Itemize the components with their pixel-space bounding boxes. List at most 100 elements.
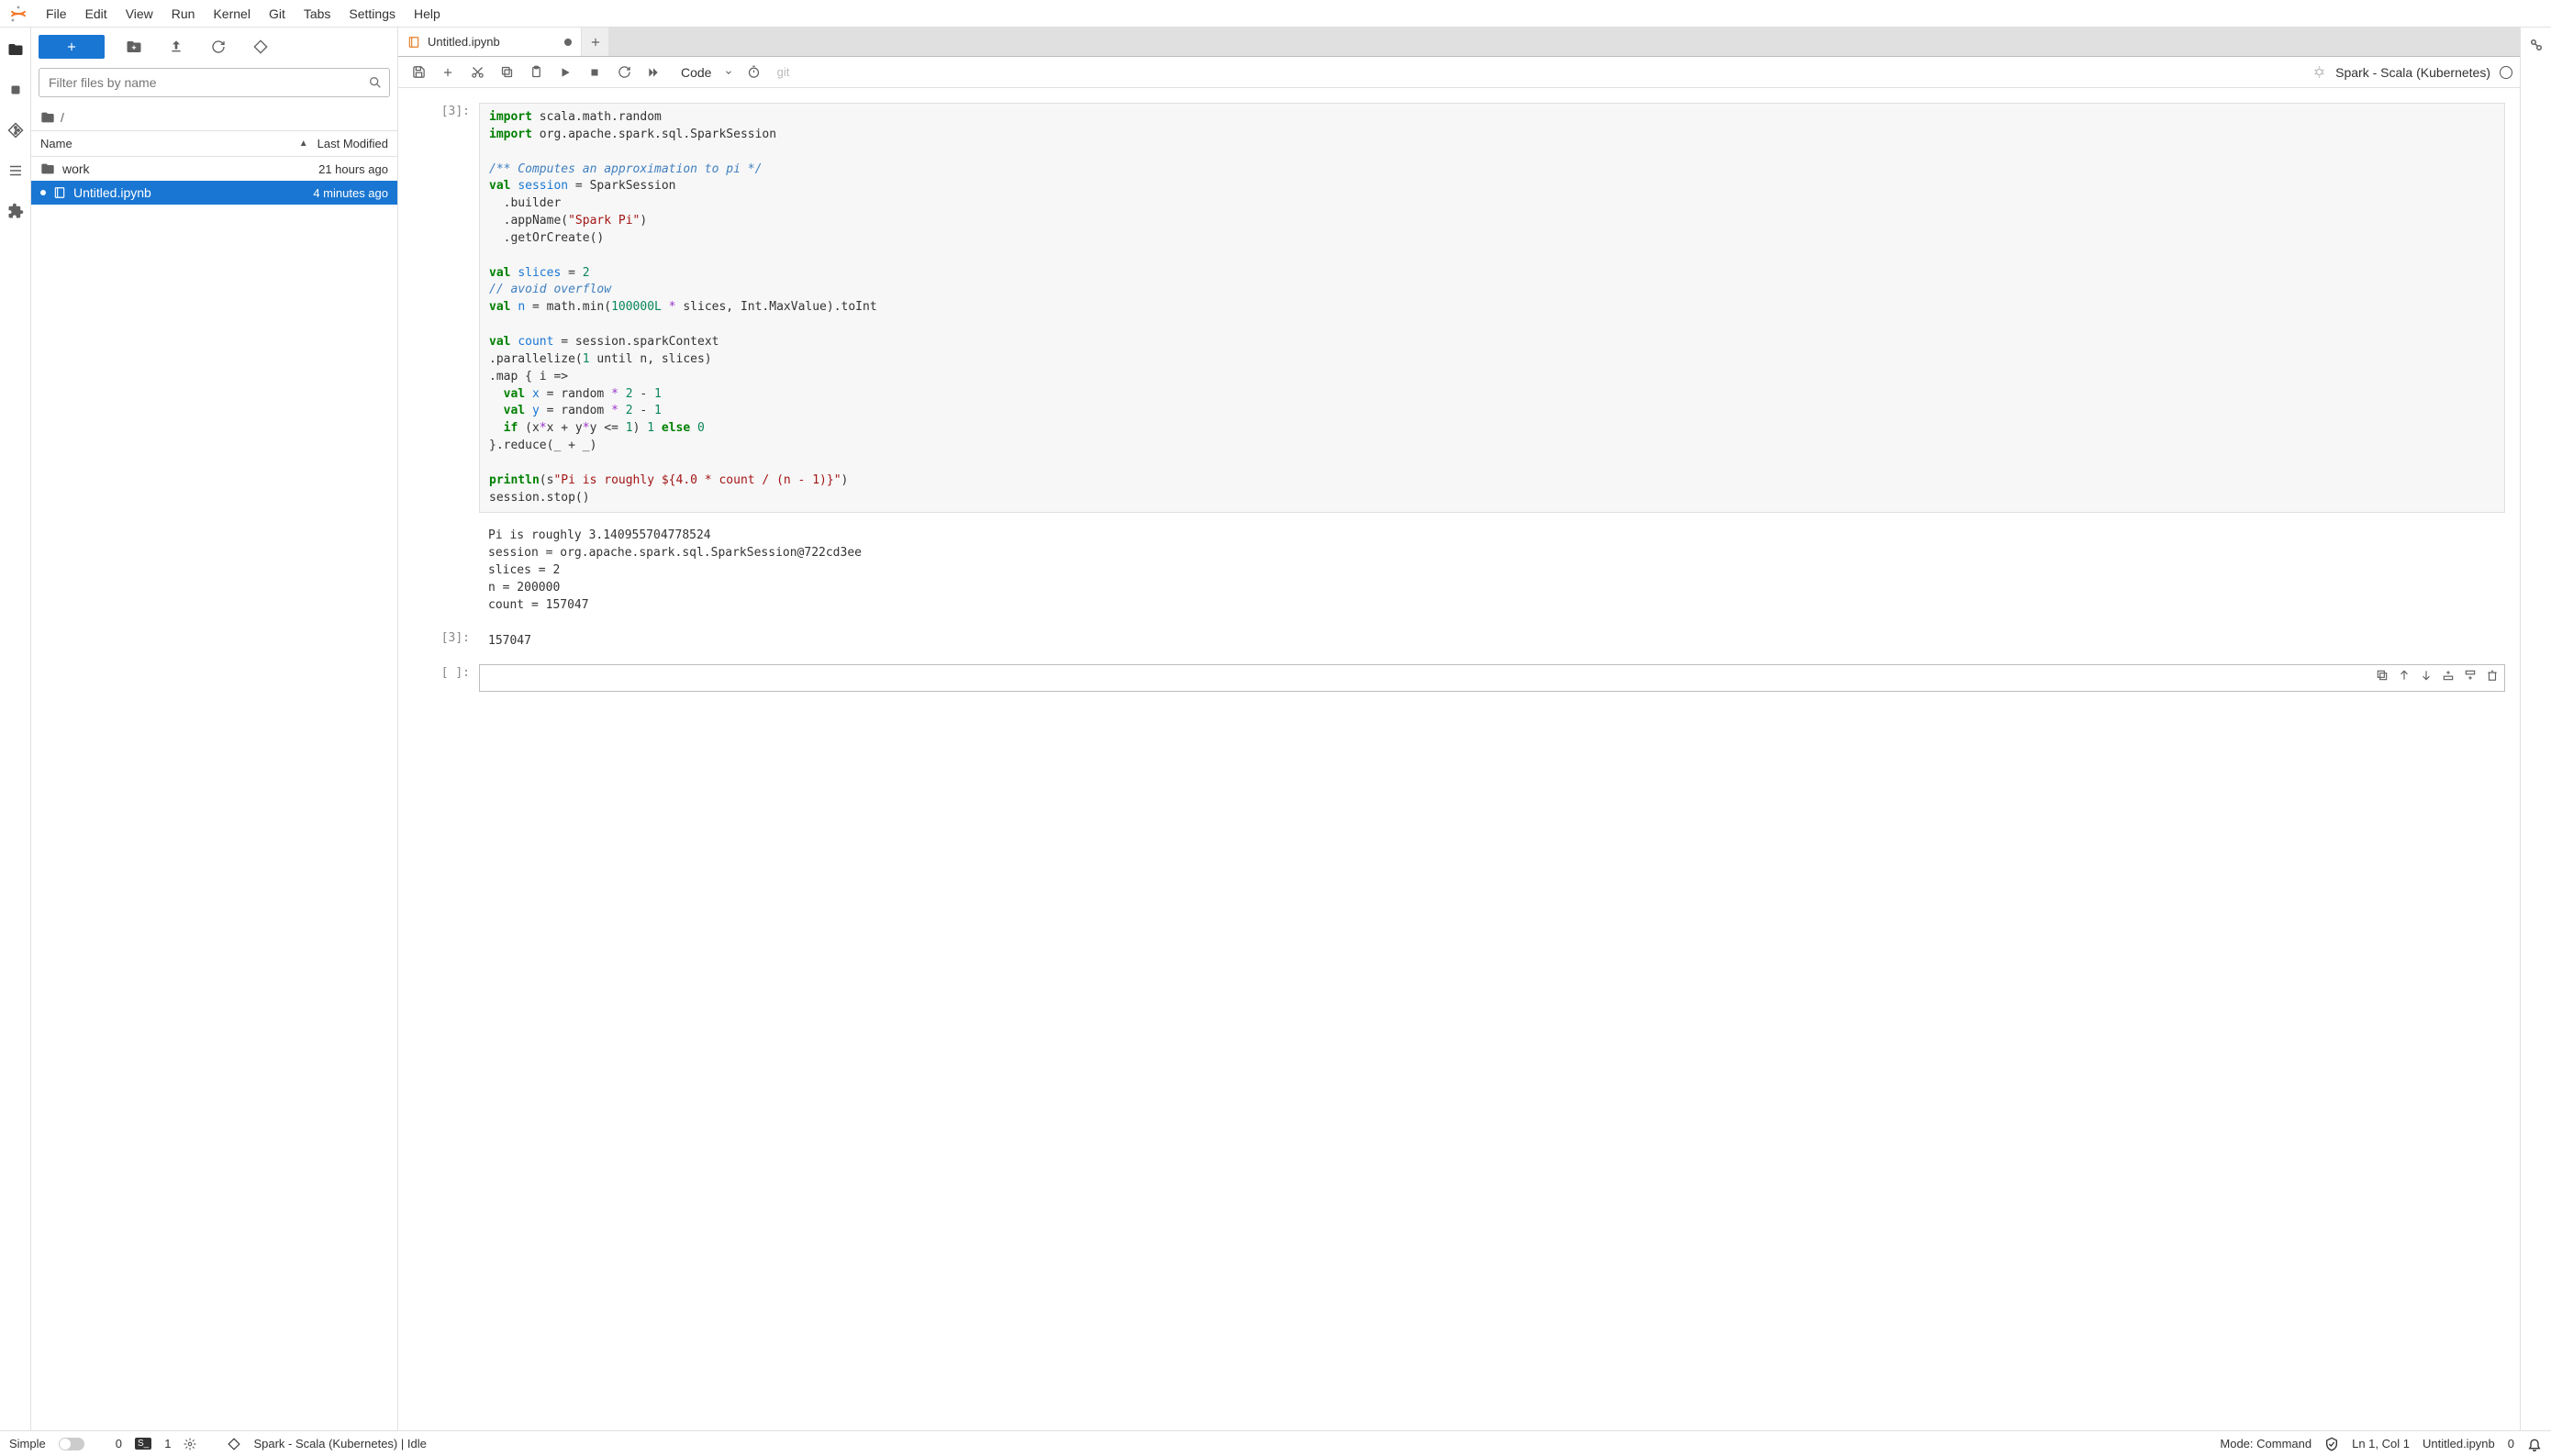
search-icon [368,75,383,90]
breadcrumb-path: / [61,110,64,125]
notebook-icon [53,186,66,199]
run-icon[interactable] [552,60,578,85]
tab-label: Untitled.ipynb [428,35,500,49]
toc-tab-icon[interactable] [5,160,27,182]
file-list-header[interactable]: Name ▲ Last Modified [31,130,397,157]
file-browser: / Name ▲ Last Modified work 21 hours ago U… [31,28,398,1430]
paste-icon[interactable] [523,60,549,85]
file-modified: 21 hours ago [318,162,388,176]
duplicate-cell-icon[interactable] [2376,669,2389,682]
menu-help[interactable]: Help [405,3,450,25]
lsp-icon[interactable] [184,1438,196,1450]
statusbar: Simple 0 S_ 1 Spark - Scala (Kubernetes)… [0,1430,2551,1456]
cell-type-select[interactable]: Code [677,63,737,82]
trust-icon[interactable] [2324,1437,2339,1451]
stdout-text: Pi is roughly 3.140955704778524 session … [479,524,2505,617]
restart-icon[interactable] [611,60,637,85]
kernel-status-text[interactable]: Spark - Scala (Kubernetes) | Idle [253,1437,426,1450]
new-folder-icon[interactable] [121,35,147,59]
code-input-empty[interactable] [479,664,2505,692]
filename-status: Untitled.ipynb [2423,1437,2495,1450]
cut-icon[interactable] [464,60,490,85]
insert-above-icon[interactable] [2442,669,2455,682]
add-cell-icon[interactable] [435,60,461,85]
right-sidebar [2520,28,2551,1430]
file-name: work [62,161,90,176]
file-name: Untitled.ipynb [73,185,151,200]
copy-icon[interactable] [494,60,519,85]
menu-kernel[interactable]: Kernel [204,3,259,25]
refresh-icon[interactable] [206,35,231,59]
git-tab-icon[interactable] [5,119,27,141]
move-up-icon[interactable] [2398,669,2411,682]
git-label[interactable]: git [770,60,796,85]
tabbar: Untitled.ipynb [398,28,2520,57]
result-text: 157047 [479,629,2505,654]
timing-icon[interactable] [741,60,766,85]
input-prompt: [3]: [413,103,479,513]
save-icon[interactable] [406,60,431,85]
menu-file[interactable]: File [37,3,76,25]
terminal-badge-icon[interactable]: S_ [135,1438,151,1450]
new-launcher-button[interactable] [39,35,105,59]
cell-type-label: Code [681,65,711,80]
breadcrumb[interactable]: / [31,105,397,130]
file-modified: 4 minutes ago [313,186,388,200]
notebook-body: [3]: import scala.math.random import org… [398,88,2520,1430]
tabs-count: 0 [116,1437,122,1450]
branch-icon[interactable] [228,1438,240,1450]
code-cell[interactable]: [3]: import scala.math.random import org… [406,103,2505,513]
output-stream: Pi is roughly 3.140955704778524 session … [406,524,2505,617]
simple-mode-toggle[interactable] [59,1438,84,1450]
menu-tabs[interactable]: Tabs [295,3,340,25]
run-all-icon[interactable] [641,60,666,85]
output-prompt: [3]: [413,629,479,654]
mode-label: Mode: Command [2220,1437,2311,1450]
menu-settings[interactable]: Settings [340,3,405,25]
notifications-count: 0 [2508,1437,2514,1450]
file-row[interactable]: Untitled.ipynb 4 minutes ago [31,181,397,205]
output-result: [3]: 157047 [406,629,2505,654]
code-input[interactable]: import scala.math.random import org.apac… [479,103,2505,513]
bell-icon[interactable] [2527,1437,2542,1451]
tab-untitled[interactable]: Untitled.ipynb [398,28,582,56]
file-row[interactable]: work 21 hours ago [31,157,397,181]
menu-view[interactable]: View [117,3,162,25]
chevron-down-icon [724,68,733,77]
empty-code-cell[interactable]: [ ]: [406,664,2505,692]
kernel-status-icon[interactable] [2500,66,2512,79]
debugger-icon[interactable] [2312,65,2326,79]
file-browser-toolbar [31,28,397,64]
stop-icon[interactable] [582,60,607,85]
notebook-icon [407,36,420,49]
input-prompt-empty: [ ]: [413,664,479,680]
file-browser-tab-icon[interactable] [5,39,27,61]
notebook-toolbar: Code git Spark - Scala (Kubernetes) [398,57,2520,88]
upload-icon[interactable] [163,35,189,59]
move-down-icon[interactable] [2420,669,2433,682]
dirty-indicator-icon [564,39,572,46]
notebook-panel: Untitled.ipynb Code [398,28,2520,1430]
running-kernels-tab-icon[interactable] [5,79,27,101]
property-inspector-icon[interactable] [2528,37,2545,53]
filter-input[interactable] [39,68,390,97]
menu-run[interactable]: Run [162,3,205,25]
menu-edit[interactable]: Edit [76,3,117,25]
kernel-name-label[interactable]: Spark - Scala (Kubernetes) [2335,65,2490,80]
menubar: FileEditViewRunKernelGitTabsSettingsHelp [0,0,2551,28]
column-modified-label: Last Modified [317,137,388,150]
column-name-label: Name [40,137,72,150]
add-tab-button[interactable] [582,28,609,56]
cursor-position: Ln 1, Col 1 [2352,1437,2410,1450]
extensions-tab-icon[interactable] [5,200,27,222]
jupyter-logo-icon[interactable] [7,3,29,25]
file-list: work 21 hours ago Untitled.ipynb 4 minutes … [31,157,397,1430]
activity-bar [0,28,31,1430]
insert-below-icon[interactable] [2464,669,2477,682]
delete-cell-icon[interactable] [2486,669,2499,682]
git-toolbar-icon[interactable] [248,35,273,59]
dirty-dot-icon [40,190,46,195]
simple-mode-label: Simple [9,1437,46,1450]
sort-indicator-icon: ▲ [299,139,308,149]
menu-git[interactable]: Git [260,3,295,25]
